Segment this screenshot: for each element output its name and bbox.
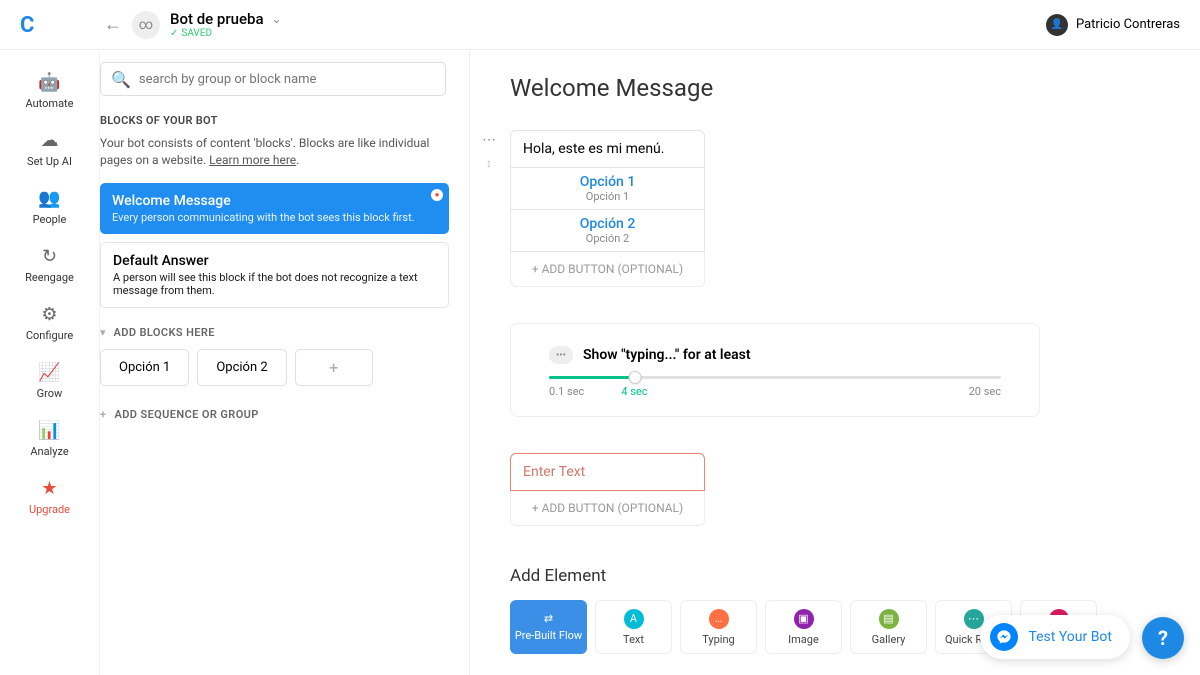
- gear-icon: ⚙: [41, 304, 57, 325]
- messenger-icon: [990, 623, 1018, 651]
- message-card: ⋯ ↕ Hola, este es mi menú. Opción 1 Opci…: [510, 130, 1160, 287]
- bot-avatar[interactable]: ∞: [132, 11, 160, 39]
- ai-icon: ☁: [41, 130, 59, 151]
- typing-icon: …: [709, 609, 729, 629]
- chevron-down-icon: ▾: [100, 326, 106, 339]
- search-input[interactable]: [139, 72, 435, 87]
- slider-current: 4 sec: [621, 385, 647, 398]
- option-button-1[interactable]: Opción 1 Opción 1: [510, 168, 705, 210]
- saved-status: ✓ SAVED: [170, 28, 282, 39]
- typing-label: Show "typing..." for at least: [583, 347, 751, 363]
- star-icon: ★: [41, 478, 57, 499]
- typing-card[interactable]: ••• Show "typing..." for at least 0.1 se…: [510, 323, 1040, 417]
- nav-reengage[interactable]: ↻Reengage: [0, 236, 99, 294]
- user-menu[interactable]: 👤 Patricio Contreras: [1046, 14, 1180, 36]
- slider-max: 20 sec: [969, 385, 1001, 398]
- elem-typing[interactable]: … Typing: [680, 600, 757, 654]
- typing-bubble-icon: •••: [549, 346, 573, 364]
- add-sequence-button[interactable]: + ADD SEQUENCE OR GROUP: [100, 408, 449, 421]
- add-blocks-header[interactable]: ▾ ADD BLOCKS HERE: [100, 326, 449, 339]
- chevron-down-icon[interactable]: ⌄: [272, 12, 282, 26]
- block-welcome-message[interactable]: ● Welcome Message Every person communica…: [100, 183, 449, 234]
- add-element-title: Add Element: [510, 566, 1160, 586]
- page-title[interactable]: Welcome Message: [510, 74, 1160, 102]
- typing-slider[interactable]: [549, 376, 1001, 379]
- slider-thumb[interactable]: [628, 371, 641, 384]
- header: C ← ∞ Bot de prueba ⌄ ✓ SAVED 👤 Patricio…: [0, 0, 1200, 50]
- resize-handle-icon[interactable]: ↕: [486, 156, 492, 170]
- search-box[interactable]: 🔍: [100, 62, 446, 96]
- elem-prebuilt-flow[interactable]: ⇄ Pre-Built Flow: [510, 600, 587, 654]
- bot-name[interactable]: Bot de prueba: [170, 10, 264, 28]
- image-icon: ▣: [794, 609, 814, 629]
- nav-setup-ai[interactable]: ☁Set Up AI: [0, 120, 99, 178]
- people-icon: 👥: [38, 188, 60, 209]
- nav-analyze[interactable]: 📊Analyze: [0, 410, 99, 468]
- elem-gallery[interactable]: ▤ Gallery: [850, 600, 927, 654]
- close-icon[interactable]: ●: [431, 189, 443, 201]
- elem-image[interactable]: ▣ Image: [765, 600, 842, 654]
- nav-upgrade[interactable]: ★Upgrade: [0, 468, 99, 526]
- nav-configure[interactable]: ⚙Configure: [0, 294, 99, 352]
- add-button-optional[interactable]: + ADD BUTTON (OPTIONAL): [510, 252, 705, 287]
- nav-automate[interactable]: 🤖Automate: [0, 62, 99, 120]
- user-avatar: 👤: [1046, 14, 1068, 36]
- elem-text[interactable]: A Text: [595, 600, 672, 654]
- learn-more-link[interactable]: Learn more here: [209, 153, 296, 167]
- blocks-section-label: BLOCKS OF YOUR BOT: [100, 114, 449, 127]
- blocks-section-desc: Your bot consists of content 'blocks'. B…: [100, 135, 449, 169]
- enter-text-input[interactable]: Enter Text: [510, 453, 705, 491]
- message-text[interactable]: Hola, este es mi menú.: [510, 130, 705, 168]
- add-block-button[interactable]: +: [295, 349, 373, 386]
- drag-handle-icon[interactable]: ⋯: [482, 132, 496, 148]
- flow-icon: ⇄: [544, 612, 553, 625]
- text-card: Enter Text + ADD BUTTON (OPTIONAL): [510, 453, 705, 526]
- grow-icon: 📈: [38, 362, 60, 383]
- option-button-2[interactable]: Opción 2 Opción 2: [510, 210, 705, 252]
- nav-grow[interactable]: 📈Grow: [0, 352, 99, 410]
- analyze-icon: 📊: [38, 420, 60, 441]
- app-logo[interactable]: C: [20, 13, 44, 37]
- gallery-icon: ▤: [879, 609, 899, 629]
- user-name: Patricio Contreras: [1076, 17, 1180, 32]
- text-icon: A: [624, 609, 644, 629]
- quick-reply-icon: ⋯: [964, 609, 984, 629]
- back-arrow-icon[interactable]: ←: [104, 14, 122, 35]
- side-nav: 🤖Automate ☁Set Up AI 👥People ↻Reengage ⚙…: [0, 50, 100, 675]
- add-button-optional-2[interactable]: + ADD BUTTON (OPTIONAL): [510, 491, 705, 526]
- search-icon: 🔍: [111, 70, 131, 89]
- block-chip-opcion-2[interactable]: Opción 2: [197, 349, 286, 386]
- block-chip-opcion-1[interactable]: Opción 1: [100, 349, 189, 386]
- canvas: Welcome Message ⋯ ↕ Hola, este es mi men…: [470, 50, 1200, 675]
- block-default-answer[interactable]: Default Answer A person will see this bl…: [100, 242, 449, 308]
- blocks-panel: 🔍 BLOCKS OF YOUR BOT Your bot consists o…: [100, 50, 470, 675]
- plus-icon: +: [100, 408, 106, 421]
- slider-min: 0.1 sec: [549, 385, 584, 398]
- bot-title-block: Bot de prueba ⌄ ✓ SAVED: [170, 10, 282, 39]
- test-bot-button[interactable]: Test Your Bot: [980, 615, 1130, 659]
- reengage-icon: ↻: [42, 246, 57, 267]
- automate-icon: 🤖: [38, 72, 60, 93]
- help-button[interactable]: ?: [1142, 617, 1184, 659]
- nav-people[interactable]: 👥People: [0, 178, 99, 236]
